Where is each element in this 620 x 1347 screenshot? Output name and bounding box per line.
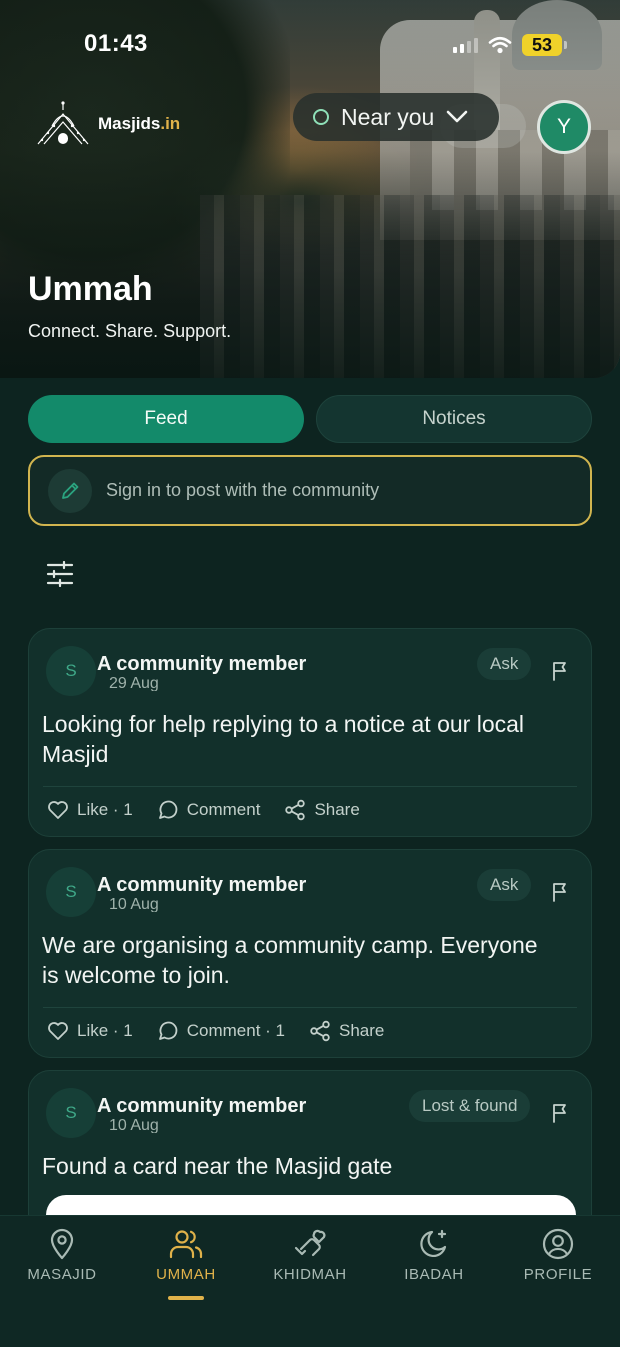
comment-button[interactable]: Comment · 1	[157, 1020, 285, 1042]
helping-hand-icon	[294, 1229, 326, 1257]
masjid-logo-icon	[37, 101, 89, 145]
comment-label: Comment · 1	[186, 1021, 285, 1040]
post-date: 10 Aug	[109, 898, 159, 912]
comment-bubble-icon	[158, 1021, 178, 1040]
active-tab-indicator	[168, 1296, 204, 1300]
map-pin-icon	[50, 1228, 74, 1260]
battery-indicator: 53	[522, 34, 567, 56]
flag-report-icon[interactable]	[551, 661, 569, 681]
page-title: Ummah	[28, 270, 153, 308]
location-label: Near you	[341, 103, 435, 130]
like-button[interactable]: Like · 1	[47, 800, 133, 820]
nav-khidmah[interactable]: KHIDMAH	[248, 1228, 372, 1283]
nav-label: KHIDMAH	[273, 1266, 347, 1283]
like-button[interactable]: Like · 1	[47, 1021, 133, 1041]
nav-label: MASAJID	[27, 1266, 97, 1283]
share-icon	[285, 799, 306, 821]
composer-placeholder: Sign in to post with the community	[106, 480, 380, 500]
author-avatar: S	[46, 867, 96, 917]
post-card[interactable]: S A community member 10 Aug Ask We are o…	[28, 849, 592, 1058]
nav-ibadah[interactable]: IBADAH	[372, 1228, 496, 1283]
nav-label: PROFILE	[523, 1266, 593, 1283]
tab-notices[interactable]: Notices	[316, 395, 592, 443]
post-category-badge: Ask	[477, 648, 532, 680]
logo-text: Masjids.in	[98, 114, 180, 134]
users-icon	[169, 1230, 203, 1259]
card-divider	[43, 1007, 577, 1008]
status-time: 01:43	[84, 30, 148, 57]
logo-name: Masjids	[98, 114, 161, 133]
card-divider	[43, 786, 577, 787]
location-dot-icon	[313, 109, 329, 125]
sign-in-to-post-prompt[interactable]: Sign in to post with the community	[28, 455, 592, 526]
share-label: Share	[339, 1021, 385, 1040]
tab-feed[interactable]: Feed	[28, 395, 304, 443]
pencil-icon	[62, 482, 79, 499]
nav-label: IBADAH	[404, 1266, 464, 1283]
post-body: Looking for help replying to a notice at…	[42, 711, 525, 767]
post-category-badge: Lost & found	[409, 1090, 531, 1122]
heart-icon	[48, 801, 68, 819]
post-date: 29 Aug	[109, 677, 159, 691]
heart-icon	[48, 1022, 68, 1040]
app-logo[interactable]: Masjids.in	[34, 100, 180, 148]
author-avatar: S	[46, 646, 96, 696]
location-selector[interactable]: Near you	[293, 93, 499, 141]
share-button[interactable]: Share	[309, 1020, 384, 1042]
like-label: Like · 1	[77, 800, 133, 819]
post-author: A community member	[97, 1095, 307, 1117]
hero-banner: 01:43 53 Masjids.in Near you Y Ummah Con…	[0, 0, 620, 378]
user-avatar-button[interactable]: Y	[537, 100, 591, 154]
comment-label: Comment	[186, 800, 261, 819]
post-date: 10 Aug	[109, 1119, 159, 1133]
share-icon	[310, 1020, 330, 1042]
pencil-icon-wrapper	[48, 468, 92, 513]
post-category-badge: Ask	[477, 869, 532, 901]
logo-tld: .in	[160, 114, 181, 133]
flag-report-icon[interactable]	[551, 1103, 569, 1123]
nav-label: UMMAH	[156, 1266, 216, 1283]
wifi-icon	[488, 36, 512, 54]
cellular-signal-icon	[453, 37, 478, 53]
bottom-navigation: MASAJID UMMAH KHIDMAH IBADAH PROFILE	[0, 1215, 620, 1347]
post-actions: Like · 1 Comment Share	[47, 799, 360, 821]
nav-ummah[interactable]: UMMAH	[124, 1228, 248, 1283]
filter-sliders-icon[interactable]	[46, 561, 74, 587]
post-actions: Like · 1 Comment · 1 Share	[47, 1020, 384, 1042]
page-subtitle: Connect. Share. Support.	[28, 321, 232, 341]
status-icons: 53	[453, 34, 567, 56]
like-label: Like · 1	[77, 1021, 133, 1040]
share-button[interactable]: Share	[284, 799, 360, 821]
flag-report-icon[interactable]	[551, 882, 569, 902]
moon-star-icon	[420, 1229, 447, 1257]
user-circle-icon	[542, 1228, 574, 1260]
chevron-down-icon	[447, 110, 468, 123]
share-label: Share	[314, 800, 360, 819]
comment-button[interactable]: Comment	[157, 799, 261, 821]
post-author: A community member	[97, 653, 307, 675]
author-avatar: S	[46, 1088, 96, 1138]
nav-masajid[interactable]: MASAJID	[0, 1228, 124, 1283]
post-body: Found a card near the Masjid gate	[42, 1153, 393, 1179]
post-body: We are organising a community camp. Ever…	[42, 932, 538, 988]
nav-profile[interactable]: PROFILE	[496, 1228, 620, 1283]
post-card[interactable]: S A community member 29 Aug Ask Looking …	[28, 628, 592, 837]
post-author: A community member	[97, 874, 307, 896]
comment-bubble-icon	[158, 800, 178, 819]
